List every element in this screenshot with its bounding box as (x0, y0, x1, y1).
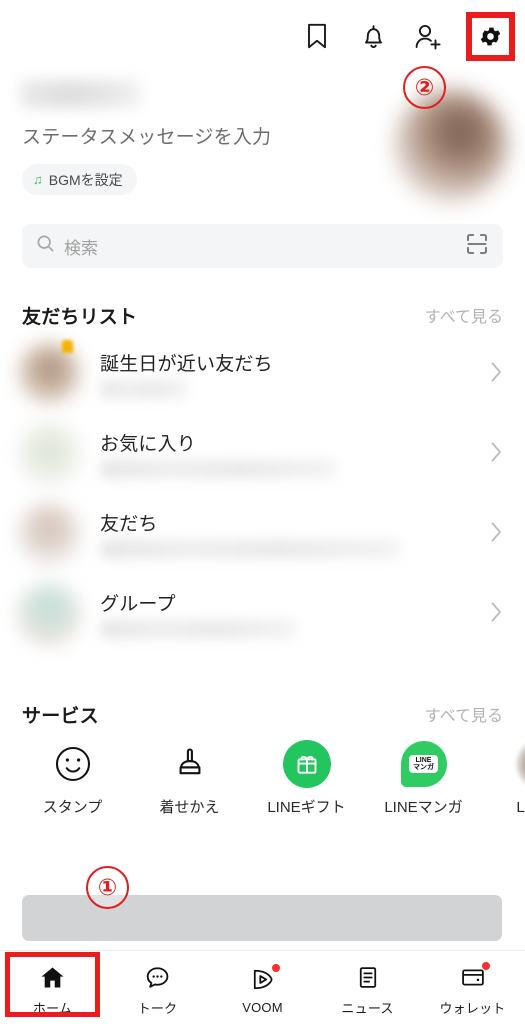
chevron-right-icon (490, 601, 503, 628)
list-item[interactable]: 友だち (0, 494, 525, 574)
list-item-label: 誕生日が近い友だち (100, 354, 273, 375)
list-item[interactable]: グループ (0, 574, 525, 654)
service-label: 着せかえ (159, 799, 220, 816)
list-item-subtext (100, 459, 336, 479)
line-camera-icon (516, 740, 525, 788)
bgm-button[interactable]: ♫ BGMを設定 (22, 164, 137, 195)
annotation-badge-two: ② (403, 66, 446, 109)
notification-dot (271, 964, 280, 972)
nav-label: VOOM (242, 1000, 283, 1015)
service-theme[interactable]: 着せかえ (131, 740, 248, 818)
bottom-navigation: ホーム トーク VOOM ニュース ウォレット (0, 950, 525, 1024)
list-item-label: お気に入り (100, 434, 197, 455)
services-section-title: サービス (22, 705, 99, 727)
list-item-subtext (100, 379, 188, 399)
services-list: スタンプ 着せかえ LINEギフト LINE マンガ LINEマンガ L (0, 740, 525, 818)
services-see-all-link[interactable]: すべて見る (425, 702, 503, 726)
gear-icon[interactable] (472, 17, 509, 55)
settings-highlight-box (466, 11, 515, 61)
list-item-label: グループ (100, 594, 176, 615)
status-message[interactable]: ステータスメッセージを入力 (22, 122, 271, 149)
home-icon (38, 962, 68, 992)
profile-display-name (20, 80, 142, 108)
friends-see-all-link[interactable]: すべて見る (425, 303, 503, 327)
list-item[interactable]: 誕生日が近い友だち (0, 334, 525, 414)
nav-item-news[interactable]: ニュース (315, 951, 420, 1024)
list-item-body: お気に入り (100, 423, 490, 485)
profile-avatar[interactable] (395, 90, 507, 202)
theme-brush-icon (166, 740, 214, 788)
bgm-label: BGMを設定 (48, 171, 123, 188)
list-item-body: 友だち (100, 503, 490, 565)
list-item-body: グループ (100, 583, 490, 645)
nav-label: トーク (137, 1001, 178, 1016)
list-item-subtext (100, 619, 296, 639)
music-note-icon: ♫ (33, 172, 43, 187)
line-home-screen: ステータスメッセージを入力 ♫ BGMを設定 ② 検索 友だちリスト すべて見る… (0, 0, 525, 1024)
nav-label: ウォレット (439, 1001, 506, 1016)
nav-label: ニュース (341, 1001, 394, 1016)
chevron-right-icon (490, 361, 503, 388)
birthday-crown-icon (62, 340, 73, 353)
groups-avatar (18, 583, 80, 645)
nav-item-voom[interactable]: VOOM (210, 951, 315, 1024)
list-item-label: 友だち (100, 514, 158, 535)
services-section-header: サービス すべて見る (0, 699, 525, 729)
service-line-camera[interactable]: LI Cam (482, 740, 525, 818)
service-manga[interactable]: LINE マンガ LINEマンガ (365, 740, 482, 818)
chat-bubble-icon (143, 962, 173, 992)
service-sticker[interactable]: スタンプ (14, 740, 131, 818)
profile-section: ステータスメッセージを入力 ♫ BGMを設定 (0, 72, 525, 212)
search-icon (36, 234, 55, 258)
friends-section-header: 友だちリスト すべて見る (0, 300, 525, 330)
search-input[interactable]: 検索 (22, 224, 503, 268)
favorite-avatar (18, 423, 80, 485)
annotation-badge-one: ① (86, 866, 129, 909)
top-toolbar (0, 0, 525, 72)
add-friend-icon[interactable] (412, 19, 446, 53)
voom-play-icon (248, 964, 280, 994)
service-label: LINEマンガ (384, 799, 463, 816)
manga-icon: LINE マンガ (399, 740, 448, 788)
list-item[interactable]: お気に入り (0, 414, 525, 494)
nav-item-talk[interactable]: トーク (105, 951, 210, 1024)
friends-avatar (18, 503, 80, 565)
friends-list: 誕生日が近い友だち お気に入り 友だち グループ (0, 334, 525, 654)
qr-scan-icon[interactable] (465, 232, 489, 261)
service-label: LI Cam (516, 799, 525, 816)
friends-section-title: 友だちリスト (22, 306, 138, 328)
service-label: スタンプ (42, 799, 103, 816)
service-gift[interactable]: LINEギフト (248, 740, 365, 818)
list-item-subtext (100, 539, 400, 559)
bookmark-icon[interactable] (300, 19, 334, 53)
nav-item-home[interactable]: ホーム (0, 951, 105, 1024)
wallet-icon (458, 962, 490, 992)
gift-icon (282, 740, 331, 788)
service-label: LINEギフト (267, 799, 346, 816)
bell-icon[interactable] (356, 19, 390, 53)
news-icon (353, 962, 383, 992)
notification-dot (481, 962, 490, 970)
nav-label: ホーム (32, 1001, 73, 1016)
list-item-body: 誕生日が近い友だち (100, 343, 490, 405)
chevron-right-icon (490, 441, 503, 468)
search-placeholder: 検索 (64, 238, 98, 258)
sticker-smiley-icon (49, 740, 97, 788)
nav-item-wallet[interactable]: ウォレット (420, 951, 525, 1024)
chevron-right-icon (490, 521, 503, 548)
